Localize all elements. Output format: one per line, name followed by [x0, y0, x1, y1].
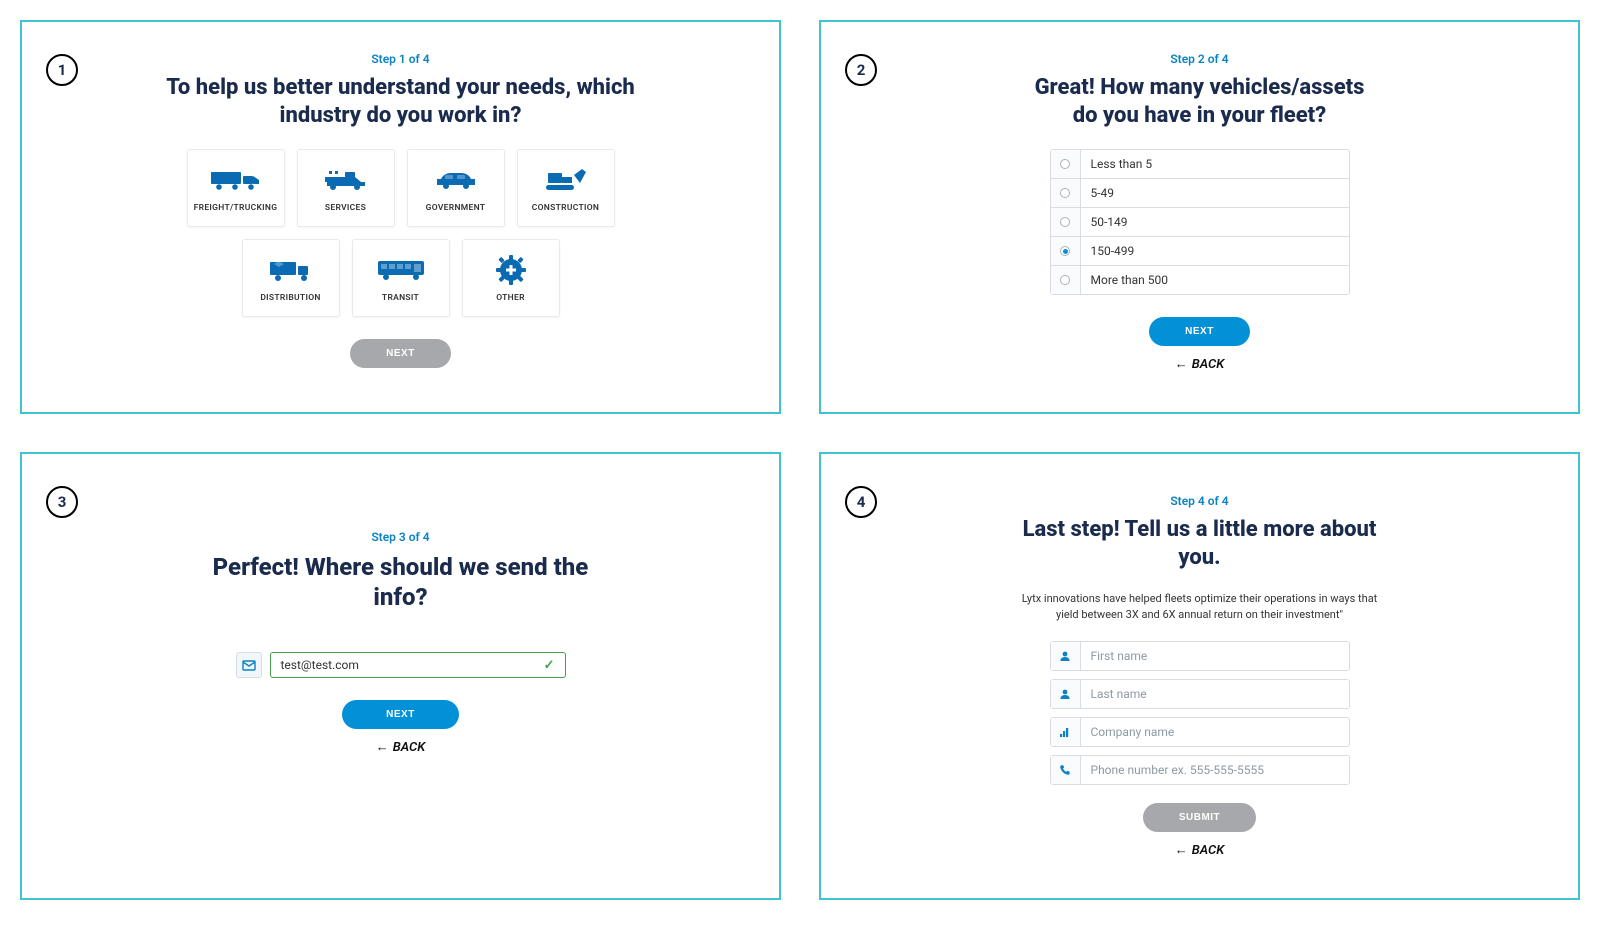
fleet-size-radio-group: Less than 5 5-49 50-149 150-499 More tha…	[1050, 149, 1350, 295]
step-badge: 1	[46, 54, 78, 86]
email-value: test@test.com	[281, 658, 544, 672]
tile-construction[interactable]: CONSTRUCTION	[517, 149, 615, 227]
step2-panel: 2 Step 2 of 4 Great! How many vehicles/a…	[819, 20, 1580, 414]
radio-option-more-than-500[interactable]: More than 500	[1051, 266, 1349, 294]
contact-form: First name Last name Company name Phone …	[1050, 641, 1350, 785]
radio-option-150-499[interactable]: 150-499	[1051, 237, 1349, 266]
tile-government[interactable]: GOVERNMENT	[407, 149, 505, 227]
step-subtext: Lytx innovations have helped fleets opti…	[1010, 591, 1390, 623]
email-field-wrap: test@test.com ✓	[236, 652, 566, 678]
envelope-icon	[236, 652, 262, 678]
tile-freight-trucking[interactable]: FREIGHT/TRUCKING	[187, 149, 285, 227]
radio-dot	[1060, 246, 1070, 256]
box-truck-icon	[268, 253, 314, 287]
radio-label: 150-499	[1081, 244, 1145, 258]
step-badge: 3	[46, 486, 78, 518]
tile-label: TRANSIT	[382, 293, 419, 303]
step-heading: To help us better understand your needs,…	[141, 74, 661, 129]
company-name-field[interactable]: Company name	[1050, 717, 1350, 747]
step-label: Step 4 of 4	[853, 494, 1546, 508]
step-heading: Perfect! Where should we send the info?	[211, 552, 591, 612]
radio-label: 50-149	[1081, 215, 1138, 229]
tile-label: CONSTRUCTION	[532, 203, 599, 213]
tile-label: GOVERNMENT	[426, 203, 486, 213]
field-placeholder: Last name	[1091, 687, 1147, 701]
tile-label: OTHER	[496, 293, 525, 303]
phone-field[interactable]: Phone number ex. 555-555-5555	[1050, 755, 1350, 785]
tile-transit[interactable]: TRANSIT	[352, 239, 450, 317]
first-name-field[interactable]: First name	[1050, 641, 1350, 671]
radio-dot	[1060, 159, 1070, 169]
field-placeholder: Phone number ex. 555-555-5555	[1091, 763, 1264, 777]
step1-panel: 1 Step 1 of 4 To help us better understa…	[20, 20, 781, 414]
back-link[interactable]: BACK	[853, 356, 1546, 372]
radio-option-5-49[interactable]: 5-49	[1051, 179, 1349, 208]
field-placeholder: Company name	[1091, 725, 1175, 739]
next-button[interactable]: NEXT	[342, 700, 459, 729]
radio-option-less-than-5[interactable]: Less than 5	[1051, 150, 1349, 179]
last-name-field[interactable]: Last name	[1050, 679, 1350, 709]
step-label: Step 1 of 4	[54, 52, 747, 66]
tile-distribution[interactable]: DISTRIBUTION	[242, 239, 340, 317]
radio-dot	[1060, 275, 1070, 285]
gear-plus-icon	[496, 253, 526, 287]
building-icon	[1051, 718, 1081, 746]
step-badge: 2	[845, 54, 877, 86]
step-heading: Last step! Tell us a little more about y…	[1020, 516, 1380, 571]
back-link[interactable]: BACK	[853, 842, 1546, 858]
tile-services[interactable]: SERVICES	[297, 149, 395, 227]
radio-dot	[1060, 217, 1070, 227]
person-icon	[1051, 680, 1081, 708]
tile-other[interactable]: OTHER	[462, 239, 560, 317]
step-label: Step 3 of 4	[54, 530, 747, 544]
radio-label: More than 500	[1081, 273, 1179, 287]
tile-label: DISTRIBUTION	[260, 293, 320, 303]
submit-button[interactable]: SUBMIT	[1143, 803, 1256, 832]
bulldozer-icon	[544, 163, 588, 197]
email-input[interactable]: test@test.com ✓	[270, 652, 566, 678]
check-icon: ✓	[544, 658, 555, 673]
phone-icon	[1051, 756, 1081, 784]
tile-label: SERVICES	[325, 203, 366, 213]
radio-dot	[1060, 188, 1070, 198]
bus-icon	[376, 253, 426, 287]
car-icon	[435, 163, 477, 197]
steps-grid: 1 Step 1 of 4 To help us better understa…	[20, 20, 1580, 900]
next-button[interactable]: NEXT	[350, 339, 451, 368]
step-badge: 4	[845, 486, 877, 518]
tile-label: FREIGHT/TRUCKING	[194, 203, 278, 213]
step4-panel: 4 Step 4 of 4 Last step! Tell us a littl…	[819, 452, 1580, 900]
back-link[interactable]: BACK	[54, 739, 747, 755]
next-button[interactable]: NEXT	[1149, 317, 1250, 346]
radio-label: 5-49	[1081, 186, 1125, 200]
step3-panel: 3 Step 3 of 4 Perfect! Where should we s…	[20, 452, 781, 900]
pickup-icon	[323, 163, 369, 197]
step-label: Step 2 of 4	[853, 52, 1546, 66]
industry-tiles: FREIGHT/TRUCKING SERVICES GOVERNMENT CON…	[181, 149, 621, 317]
person-icon	[1051, 642, 1081, 670]
field-placeholder: First name	[1091, 649, 1148, 663]
radio-option-50-149[interactable]: 50-149	[1051, 208, 1349, 237]
radio-label: Less than 5	[1081, 157, 1163, 171]
truck-icon	[211, 163, 261, 197]
step-heading: Great! How many vehicles/assets do you h…	[1030, 74, 1370, 129]
